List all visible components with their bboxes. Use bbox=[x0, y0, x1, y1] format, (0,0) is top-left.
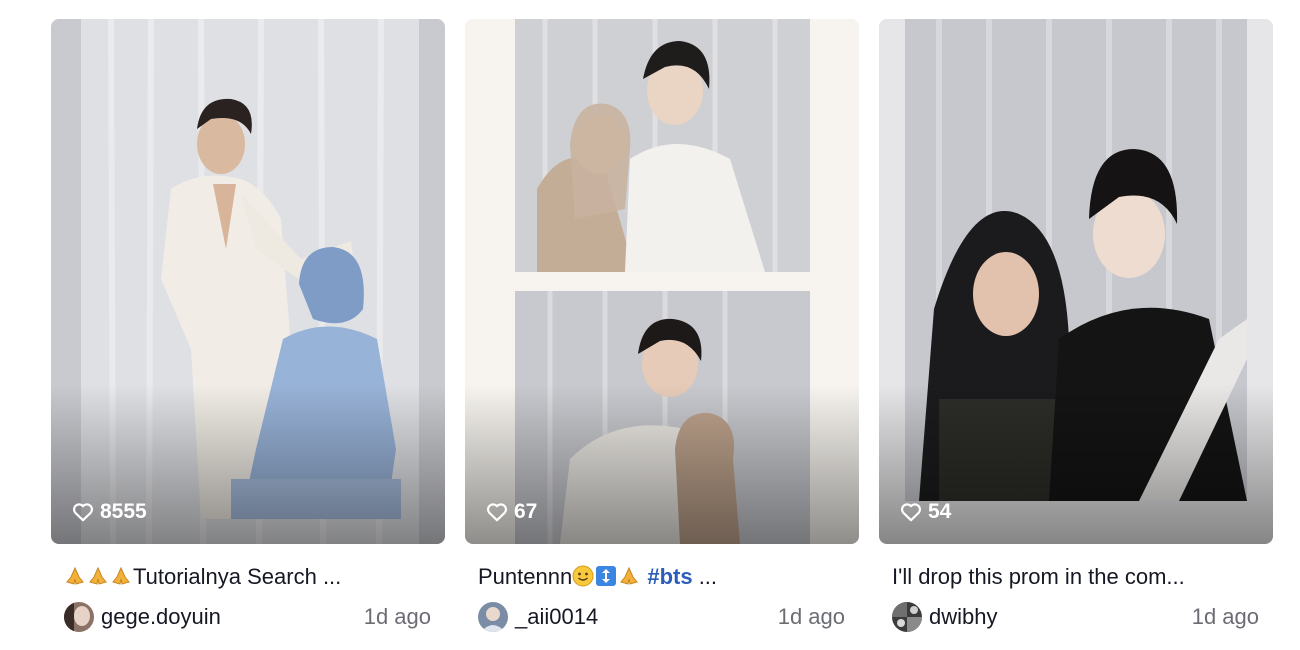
heart-icon bbox=[900, 503, 922, 522]
author-username[interactable]: dwibhy bbox=[929, 604, 997, 630]
video-thumbnail[interactable]: 8555 bbox=[51, 19, 445, 544]
thumbnail-image bbox=[51, 19, 445, 544]
author-username[interactable]: gege.doyuin bbox=[101, 604, 221, 630]
heart-icon bbox=[72, 503, 94, 522]
heart-icon bbox=[486, 503, 508, 522]
video-thumbnail[interactable]: 67 bbox=[465, 19, 859, 544]
caption-ellipsis: ... bbox=[692, 564, 718, 589]
folded-hands-icon bbox=[66, 566, 84, 585]
author-username[interactable]: _aii0014 bbox=[515, 604, 598, 630]
avatar[interactable] bbox=[64, 602, 94, 632]
like-count: 67 bbox=[486, 500, 537, 524]
like-count-value: 8555 bbox=[100, 500, 147, 523]
video-card[interactable]: 67 Puntennn #bts ... _aii0014 1d ago bbox=[465, 19, 859, 632]
post-time: 1d ago bbox=[1191, 604, 1259, 629]
video-card[interactable]: 54 I'll drop this prom in the com... dwi… bbox=[879, 19, 1273, 632]
video-caption[interactable]: Puntennn #bts ... bbox=[465, 563, 859, 591]
avatar[interactable] bbox=[892, 602, 922, 632]
author[interactable]: dwibhy bbox=[892, 602, 997, 632]
smiling-face-icon bbox=[572, 565, 594, 587]
video-grid: 8555 Tutorialnya Search ... gege.doyuin … bbox=[0, 0, 1300, 650]
folded-hands-icon bbox=[89, 566, 107, 585]
like-count-value: 54 bbox=[928, 500, 952, 523]
author[interactable]: gege.doyuin bbox=[64, 602, 221, 632]
video-caption[interactable]: I'll drop this prom in the com... bbox=[879, 563, 1273, 591]
video-meta: _aii0014 1d ago bbox=[465, 602, 859, 632]
folded-hands-icon bbox=[112, 566, 130, 585]
like-count: 8555 bbox=[72, 500, 147, 524]
hashtag-link[interactable]: #bts bbox=[647, 564, 692, 589]
video-meta: gege.doyuin 1d ago bbox=[51, 602, 445, 632]
post-time: 1d ago bbox=[777, 604, 845, 629]
video-card[interactable]: 8555 Tutorialnya Search ... gege.doyuin … bbox=[51, 19, 445, 632]
video-thumbnail[interactable]: 54 bbox=[879, 19, 1273, 544]
folded-hands-icon bbox=[620, 566, 639, 585]
caption-text: Tutorialnya Search ... bbox=[133, 564, 342, 589]
caption-text: Puntennn bbox=[478, 564, 573, 589]
like-count: 54 bbox=[900, 500, 951, 524]
author[interactable]: _aii0014 bbox=[478, 602, 598, 632]
video-caption[interactable]: Tutorialnya Search ... bbox=[51, 563, 445, 591]
video-meta: dwibhy 1d ago bbox=[879, 602, 1273, 632]
post-time: 1d ago bbox=[363, 604, 431, 629]
up-down-arrow-icon bbox=[596, 566, 617, 586]
thumbnail-image bbox=[465, 19, 859, 544]
avatar[interactable] bbox=[478, 602, 508, 632]
thumbnail-image bbox=[879, 19, 1273, 544]
caption-text: I'll drop this prom in the com... bbox=[892, 564, 1185, 589]
like-count-value: 67 bbox=[514, 500, 538, 523]
